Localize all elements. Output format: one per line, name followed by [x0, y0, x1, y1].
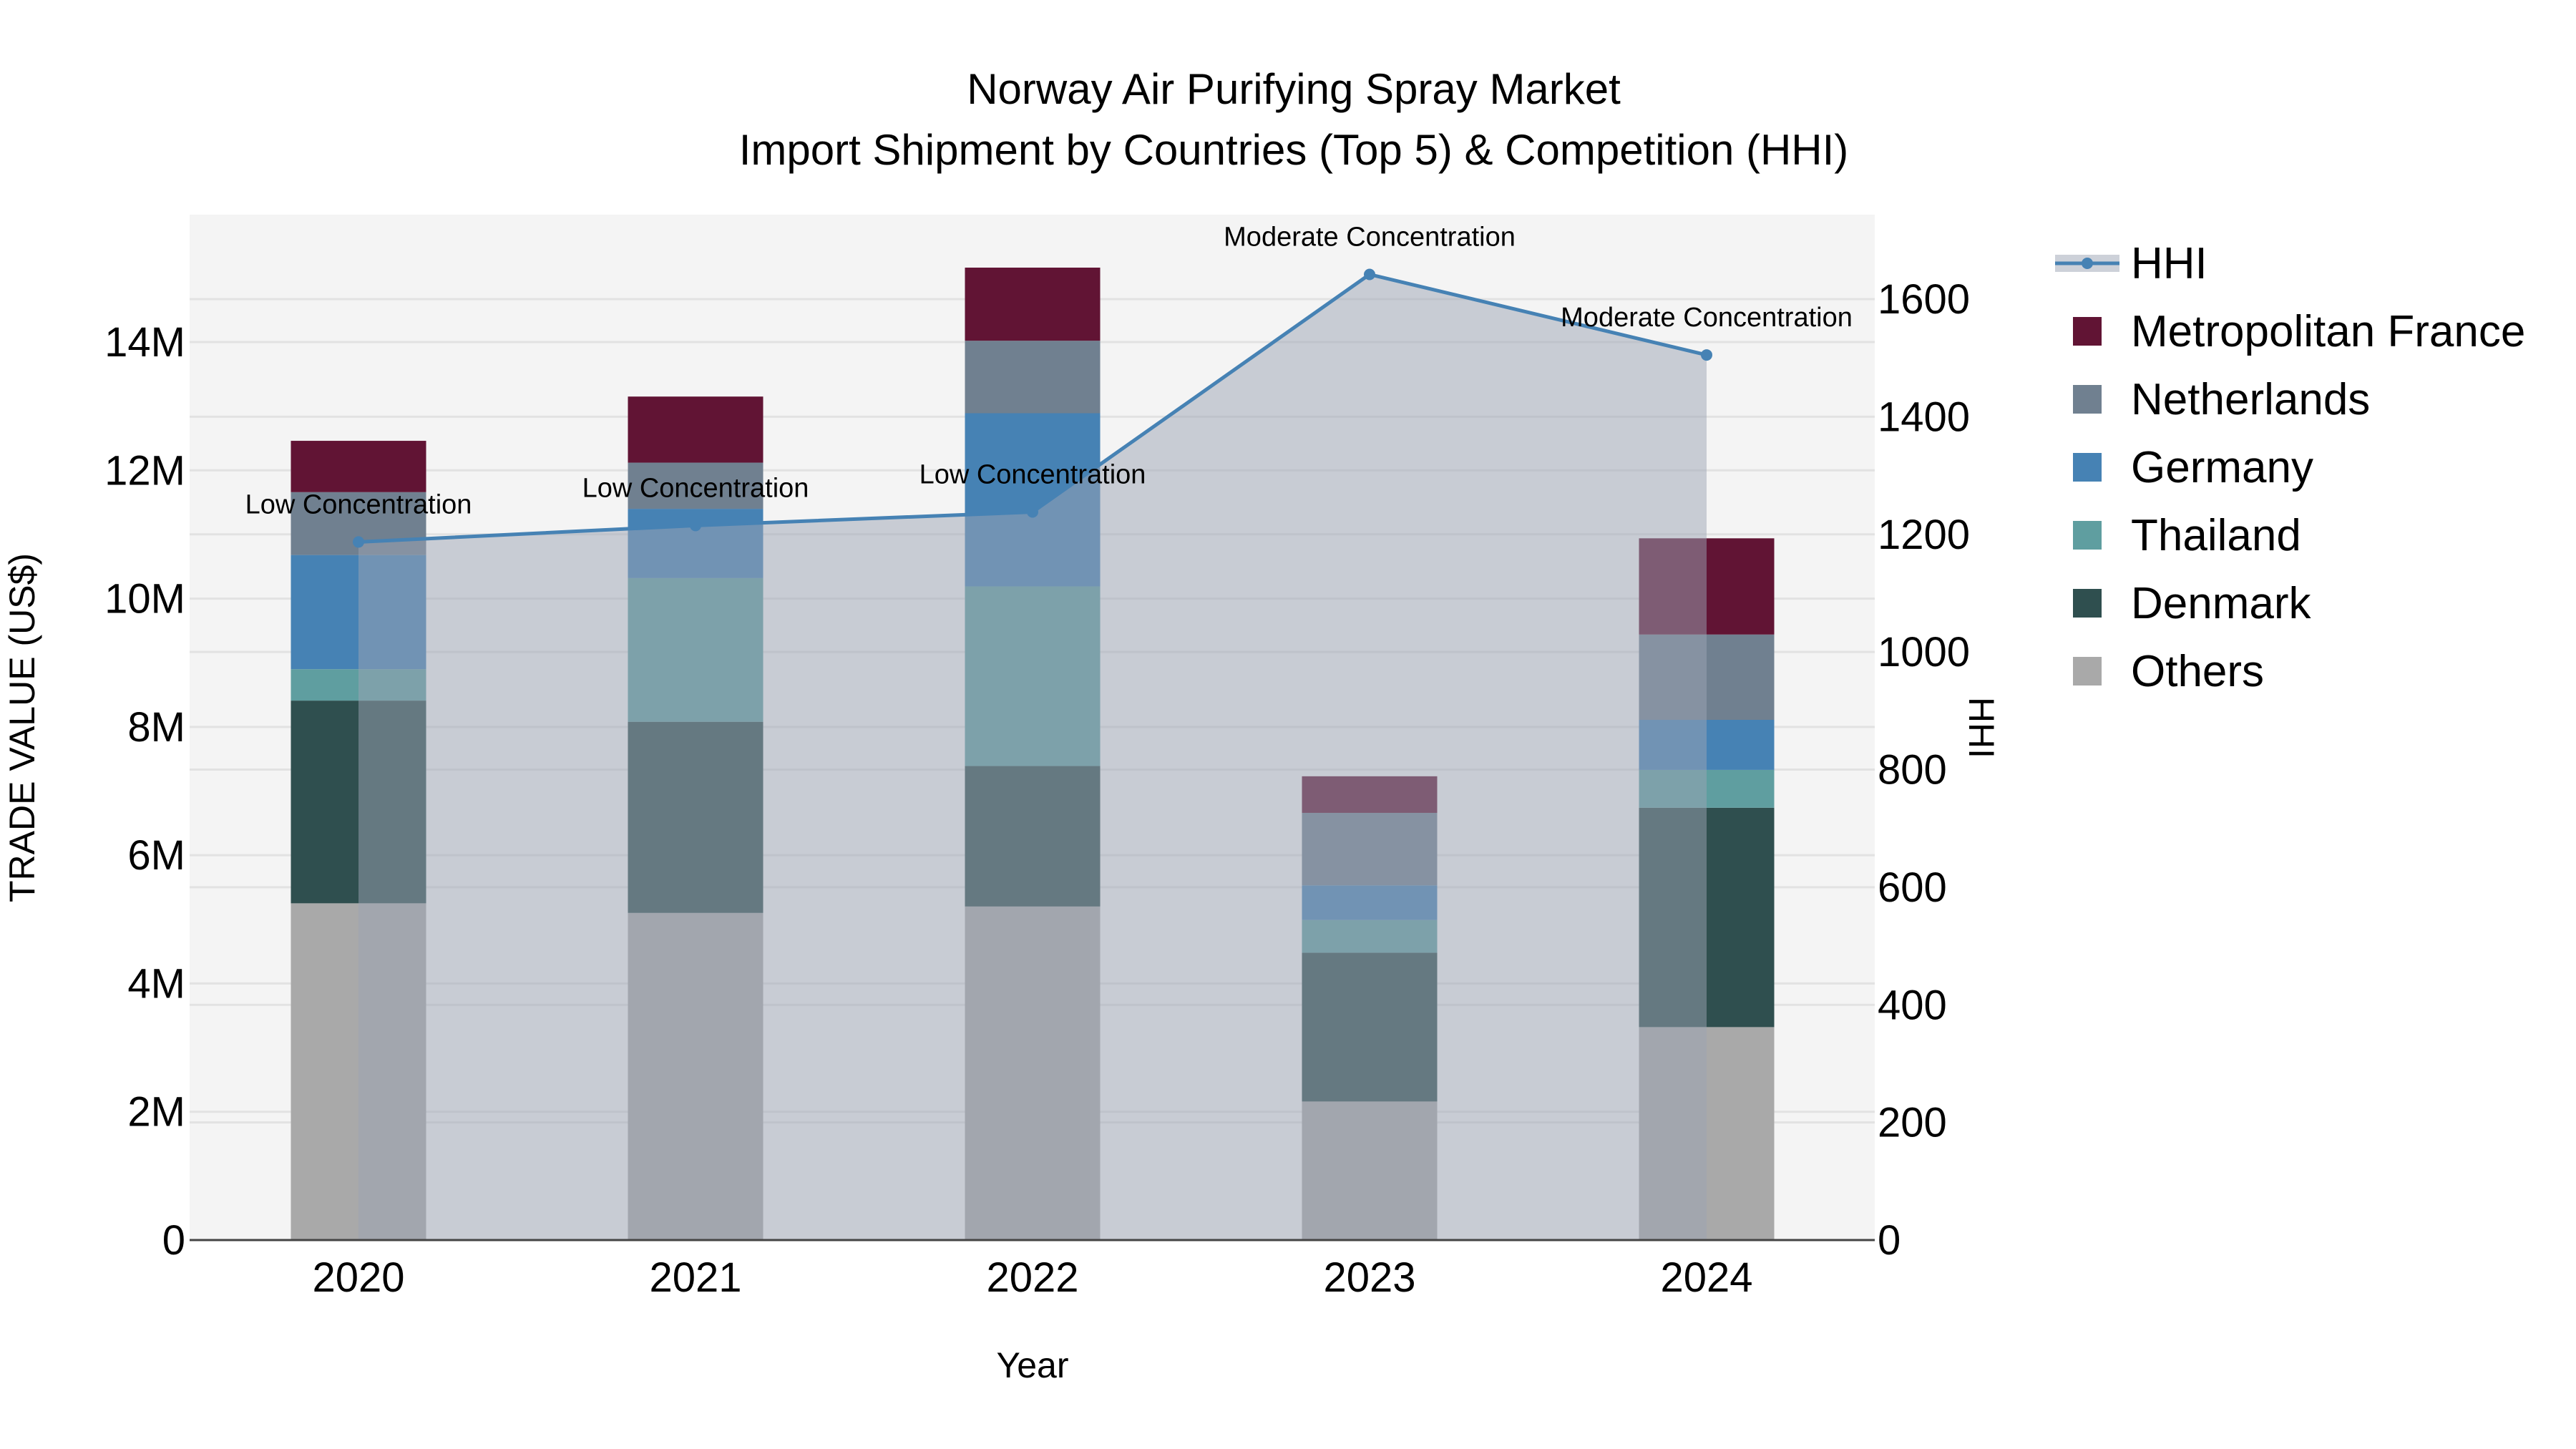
hhi-annotation: Low Concentration	[582, 473, 809, 503]
chart-title: Norway Air Purifying Spray Market	[967, 65, 1621, 113]
bar-metropolitan-france-2022	[965, 268, 1101, 341]
x-tick-label: 2023	[1323, 1254, 1415, 1301]
x-axis-label: Year	[996, 1345, 1068, 1385]
legend-swatch-others	[2073, 657, 2102, 686]
legend-swatch-netherlands	[2073, 385, 2102, 414]
y2-tick-label: 800	[1878, 747, 1947, 794]
y2-tick-label: 1400	[1878, 394, 1970, 440]
hhi-annotation: Moderate Concentration	[1224, 222, 1516, 252]
x-tick-label: 2020	[312, 1254, 404, 1301]
y-tick-label: 4M	[127, 960, 185, 1007]
x-tick-label: 2021	[649, 1254, 741, 1301]
bar-metropolitan-france-2020	[291, 441, 426, 492]
legend-swatch-denmark	[2073, 589, 2102, 618]
y-tick-label: 14M	[104, 319, 185, 366]
hhi-point-2024	[1701, 349, 1712, 361]
legend-label: Germany	[2131, 443, 2313, 492]
legend-swatch-metropolitan-france	[2073, 317, 2102, 346]
y-tick-label: 2M	[127, 1089, 185, 1136]
y-axis-label: TRADE VALUE (US$)	[2, 553, 42, 902]
x-tick-label: 2022	[986, 1254, 1078, 1301]
y2-tick-label: 1200	[1878, 512, 1970, 558]
y2-tick-label: 600	[1878, 864, 1947, 911]
legend-label: Metropolitan France	[2131, 307, 2525, 356]
bar-netherlands-2022	[965, 341, 1101, 414]
legend: HHI Metropolitan France Netherlands Germany…	[2055, 239, 2525, 696]
legend-label: Others	[2131, 647, 2264, 696]
y-tick-label: 0	[162, 1217, 185, 1264]
y2-tick-label: 1000	[1878, 629, 1970, 675]
y2-tick-label: 0	[1878, 1217, 1901, 1264]
legend-label: Thailand	[2131, 511, 2301, 560]
legend-swatch-hhi-marker	[2082, 258, 2093, 269]
y2-axis-ticks: 0 200 400 600 800 1000 1200 1400 1600	[1878, 276, 1970, 1264]
y-tick-label: 10M	[104, 576, 185, 623]
bar-metropolitan-france-2021	[628, 396, 763, 463]
hhi-point-2023	[1364, 268, 1375, 280]
chart: Norway Air Purifying Spray Market Import…	[2, 65, 2525, 1385]
hhi-annotation: Moderate Concentration	[1561, 303, 1853, 333]
x-axis-ticks: 2020 2021 2022 2023 2024	[312, 1254, 1752, 1301]
y2-tick-label: 400	[1878, 982, 1947, 1028]
x-tick-label: 2024	[1660, 1254, 1752, 1301]
legend-label: Denmark	[2131, 579, 2312, 628]
y-tick-label: 12M	[104, 447, 185, 494]
chart-subtitle: Import Shipment by Countries (Top 5) & C…	[739, 126, 1849, 174]
hhi-annotation: Low Concentration	[919, 460, 1146, 490]
hhi-point-2021	[690, 519, 701, 532]
y2-axis-label: HHI	[1961, 697, 2001, 758]
hhi-annotation: Low Concentration	[245, 489, 472, 519]
y-axis-ticks: 0 2M 4M 6M 8M 10M 12M 14M	[104, 319, 185, 1264]
legend-swatch-thailand	[2073, 521, 2102, 550]
legend-swatch-germany	[2073, 453, 2102, 482]
y-tick-label: 8M	[127, 704, 185, 751]
legend-label: Netherlands	[2131, 375, 2370, 424]
y2-tick-label: 200	[1878, 1100, 1947, 1146]
y2-tick-label: 1600	[1878, 276, 1970, 323]
hhi-point-2020	[353, 536, 364, 548]
legend-label: HHI	[2131, 239, 2207, 288]
hhi-point-2022	[1027, 506, 1038, 518]
y-tick-label: 6M	[127, 832, 185, 879]
